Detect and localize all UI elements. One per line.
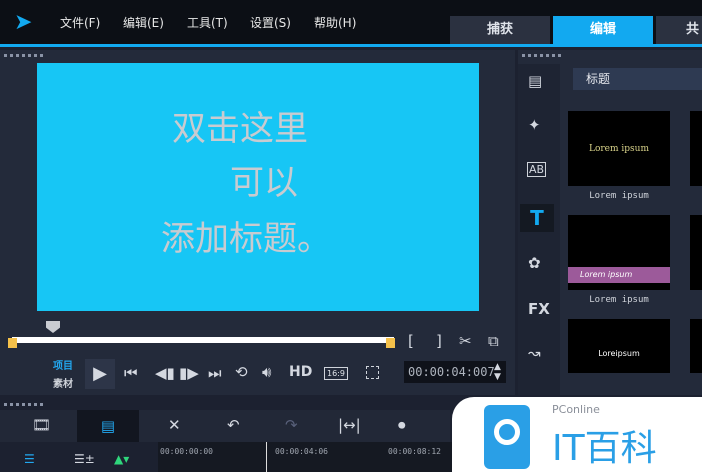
timeline-toolbar: 🎞︎ ▤ ✕ ↶ ↷ |↔| ⏺ [0, 410, 450, 442]
title-thumb-col2[interactable] [690, 111, 702, 186]
track-manager-icon[interactable]: ☰ [24, 452, 35, 466]
thumb-caption: Lorem ipsum [589, 295, 649, 305]
menu-bar: ➤ 文件(F) 编辑(E) 工具(T) 设置(S) 帮助(H) 捕获 编辑 共 [0, 0, 702, 46]
graphics-icon[interactable]: ✿ [528, 254, 541, 272]
go-to-end-button[interactable]: ⏭ [208, 364, 222, 382]
tab-underline [0, 44, 702, 47]
clip-copy-icon[interactable]: ⧉ [488, 332, 499, 350]
hd-button[interactable]: HD [289, 364, 312, 380]
crop-icon[interactable] [366, 366, 379, 379]
trim-start-handle[interactable] [8, 338, 17, 348]
volume-icon[interactable]: 🔊︎ [262, 363, 271, 381]
redo-icon[interactable]: ↷ [285, 416, 298, 434]
watermark-brand: PConline [552, 403, 600, 416]
app-logo-icon: ➤ [14, 10, 33, 35]
timeline-view-icon[interactable]: ▤ [77, 410, 139, 442]
mode-clip[interactable]: 素材 [53, 375, 73, 390]
chapter-marker-icon[interactable]: ▲▾ [114, 452, 129, 466]
tools-icon[interactable]: ✕ [168, 416, 181, 434]
timecode-stepper[interactable]: ▲ ▼ [494, 362, 501, 382]
record-icon[interactable]: ⏺ [398, 416, 406, 434]
panel-grip[interactable] [4, 54, 46, 57]
mode-project[interactable]: 项目 [53, 357, 73, 372]
next-frame-button[interactable]: ▮▶ [179, 364, 199, 382]
trim-end-handle[interactable] [386, 338, 395, 348]
thumb-text: Loreipsum [598, 349, 640, 358]
scissors-icon[interactable]: ✂ [459, 332, 472, 350]
thumb-caption: Lorem ipsum [589, 191, 649, 201]
menu-file[interactable]: 文件(F) [60, 14, 100, 31]
search-icon [484, 405, 530, 469]
title-line-1: 双击这里 [172, 109, 308, 149]
previous-frame-button[interactable]: ◀▮ [155, 364, 175, 382]
preview-screen[interactable]: 双击这里 可以 添加标题。 [37, 63, 479, 311]
ruler-tick: 00:00:08:12 [388, 447, 441, 456]
playhead[interactable] [266, 442, 267, 472]
ruler-tick: 00:00:04:06 [275, 447, 328, 456]
thumb-text: Lorem ipsum [588, 144, 649, 154]
storyboard-view-icon[interactable]: 🎞︎ [32, 416, 51, 434]
transition-icon[interactable]: AB [527, 162, 547, 177]
timeline-ruler[interactable]: 00:00:00:00 00:00:04:06 00:00:08:12 [158, 442, 453, 472]
title-thumb-3[interactable]: Loreipsum [568, 319, 670, 373]
menu-help[interactable]: 帮助(H) [314, 14, 356, 31]
mark-in-button[interactable]: [ [408, 332, 414, 350]
add-track-icon[interactable]: ☰± [74, 452, 95, 466]
thumb-text: Lorem ipsum [568, 267, 670, 283]
tab-capture[interactable]: 捕获 [450, 16, 550, 44]
scrub-bar[interactable] [12, 337, 394, 343]
timeline-grip[interactable] [4, 403, 46, 406]
watermark-name: IT百科 [552, 428, 657, 469]
title-thumb-col2[interactable] [690, 319, 702, 373]
ruler-tick: 00:00:00:00 [160, 447, 213, 456]
watermark-logo: PConline IT百科 [452, 397, 702, 472]
title-line-3: 添加标题。 [161, 219, 331, 259]
repeat-icon[interactable]: ⟲ [235, 363, 248, 381]
aspect-ratio-button[interactable]: 16:9 [324, 367, 348, 380]
mark-out-button[interactable]: ] [436, 332, 442, 350]
instant-project-icon[interactable]: ✦ [528, 116, 541, 134]
title-thumb-2[interactable]: Lorem ipsum [568, 215, 670, 290]
fit-timeline-icon[interactable]: |↔| [338, 416, 361, 434]
tab-share[interactable]: 共 [656, 16, 702, 44]
library-category-bar: ▤ ✦ AB T ✿ FX ↝ [518, 64, 560, 395]
media-icon[interactable]: ▤ [528, 72, 542, 90]
play-button[interactable]: ▶ [85, 359, 115, 389]
tab-edit[interactable]: 编辑 [553, 16, 653, 44]
menu-tools[interactable]: 工具(T) [187, 14, 228, 31]
title-line-2: 可以 [230, 163, 298, 203]
fx-icon[interactable]: FX [528, 300, 550, 318]
title-icon[interactable]: T [520, 204, 554, 232]
menu-settings[interactable]: 设置(S) [250, 14, 291, 31]
title-thumb-col2[interactable] [690, 215, 702, 290]
undo-icon[interactable]: ↶ [227, 416, 240, 434]
category-dropdown[interactable]: 标题 [573, 68, 702, 90]
title-thumb-1[interactable]: Lorem ipsum [568, 111, 670, 186]
timecode-display[interactable]: 00:00:04:007 [404, 361, 506, 383]
path-icon[interactable]: ↝ [528, 344, 541, 362]
menu-edit[interactable]: 编辑(E) [123, 14, 164, 31]
library-grip[interactable] [522, 54, 564, 57]
go-to-start-button[interactable]: ⏮ [124, 364, 138, 382]
